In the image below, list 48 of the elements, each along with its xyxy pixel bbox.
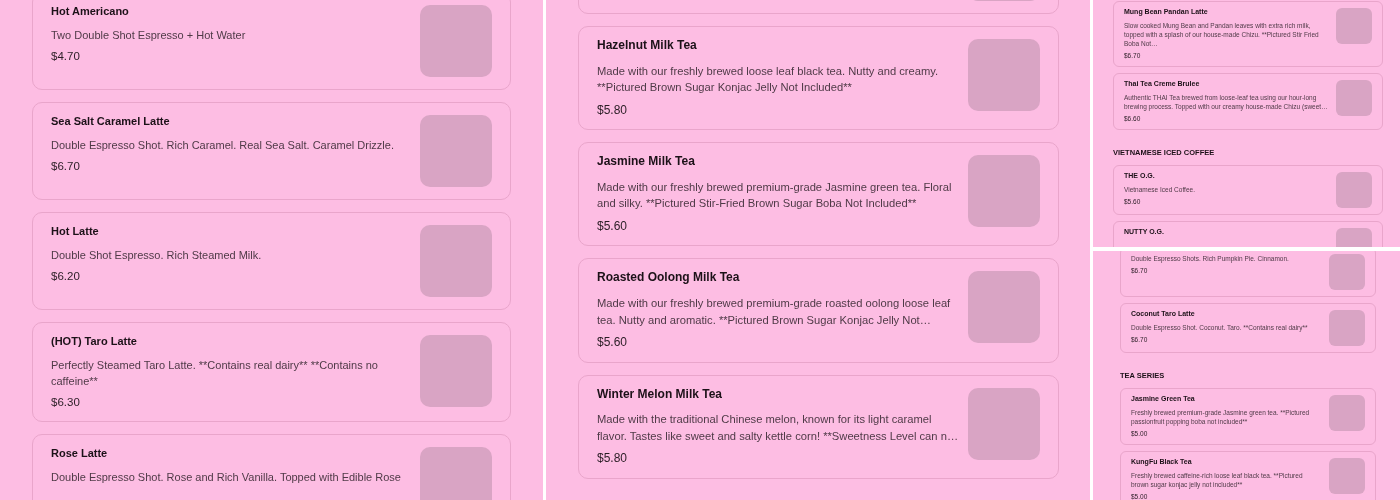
image-placeholder	[420, 335, 492, 407]
image-placeholder	[968, 39, 1040, 111]
item-name: Hazelnut Milk Tea	[597, 39, 698, 53]
image-placeholder	[420, 447, 492, 500]
image-placeholder	[1329, 254, 1365, 290]
item-description: Made with our freshly brewed premium-grade Jasmine green tea. Floral and silky. **Pictured Stir-Fried Brown Sugar Boba Not Included**	[597, 180, 953, 212]
item-name: Roasted Oolong Milk Tea	[597, 271, 741, 286]
item-description: Made with our freshly brewed premium-grade roasted oolong loose leaf tea. Nutty and aromatic. **Pictured Brown Sugar Konjac Jelly Not…	[597, 296, 952, 328]
item-price: $6.30	[51, 395, 81, 410]
item-price: $5.60	[597, 335, 629, 350]
image-placeholder	[1336, 171, 1372, 208]
item-description: Made with the traditional Chinese melon, known for its light caramel flavor. Tastes like sweet and salty kettle corn! **Sweetness Level can n…	[597, 412, 960, 444]
menu-card[interactable]: Hot Latte Double Shot Espresso. Rich Steamed Milk. $6.20	[32, 212, 511, 310]
menu-card[interactable]: (HOT) Taro Latte Perfectly Steamed Taro Latte. **Contains real dairy** **Contains no caffeine** $6.30	[32, 322, 511, 423]
menu-card[interactable]: Winter Melon Milk Tea Made with the traditional Chinese melon, known for its light caramel flavor. Tastes like sweet and salty kettle corn! **Sweetness Level can n… $5.80	[578, 374, 1059, 479]
item-name: Hot Americano	[51, 5, 130, 18]
item-price: $5.80	[597, 451, 629, 466]
item-description: Double Espresso Shot. Rich Caramel. Real Sea Salt. Caramel Drizzle.	[51, 137, 395, 153]
item-name: Jasmine Milk Tea	[597, 155, 696, 169]
image-placeholder	[1336, 8, 1372, 44]
image-placeholder	[1329, 457, 1365, 494]
image-placeholder	[1329, 395, 1365, 431]
item-price: $4.70	[51, 49, 81, 64]
item-description: Two Double Shot Espresso + Hot Water	[51, 27, 247, 43]
item-price: $5.60	[597, 219, 629, 234]
item-description: Double Espresso Shot. Rose and Rich Vanilla. Topped with Edible Rose	[51, 470, 402, 486]
image-placeholder	[1336, 79, 1372, 116]
item-name: Winter Melon Milk Tea	[597, 387, 723, 402]
item-description: Perfectly Steamed Taro Latte. **Contains real dairy** **Contains no caffeine**	[51, 357, 379, 389]
image-placeholder	[420, 5, 492, 77]
image-placeholder	[420, 115, 492, 187]
menu-card[interactable]: Roasted Oolong Milk Tea Made with our freshly brewed premium-grade roasted oolong loose leaf tea. Nutty and aromatic. **Pictured Brown Sugar Konjac Jelly Not… $5.60	[578, 258, 1059, 363]
menu-card[interactable]: Rose Latte Double Espresso Shot. Rose and Rich Vanilla. Topped with Edible Rose	[32, 434, 511, 500]
item-name: (HOT) Taro Latte	[51, 335, 138, 348]
item-name: Hot Latte	[51, 225, 100, 238]
image-placeholder	[420, 225, 492, 297]
menu-card[interactable]: Jasmine Milk Tea Made with our freshly brewed premium-grade Jasmine green tea. Floral and silky. **Pictured Stir-Fried Brown Sugar Boba Not Included** $5.60	[578, 142, 1059, 247]
item-price: $6.20	[51, 269, 81, 284]
item-name: Sea Salt Caramel Latte	[51, 115, 171, 128]
item-description: Made with our freshly brewed loose leaf black tea. Nutty and creamy. **Pictured Brown Sugar Konjac Jelly Not Included**	[597, 63, 940, 96]
menu-card[interactable]: Hot Americano Two Double Shot Espresso + Hot Water $4.70	[32, 0, 511, 90]
item-price: $6.70	[51, 159, 81, 174]
item-description: Double Shot Espresso. Rich Steamed Milk.	[51, 247, 263, 263]
item-price: $5.80	[597, 102, 629, 118]
menu-card[interactable]: Sea Salt Caramel Latte Double Espresso Shot. Rich Caramel. Real Sea Salt. Caramel Drizzle. $6.70	[32, 102, 511, 200]
item-name: Rose Latte	[51, 447, 109, 461]
menu-card[interactable]: Hazelnut Milk Tea Made with our freshly brewed loose leaf black tea. Nutty and creamy. **Pictured Brown Sugar Konjac Jelly Not Included** $5.80	[578, 26, 1059, 131]
image-placeholder	[1329, 310, 1365, 346]
